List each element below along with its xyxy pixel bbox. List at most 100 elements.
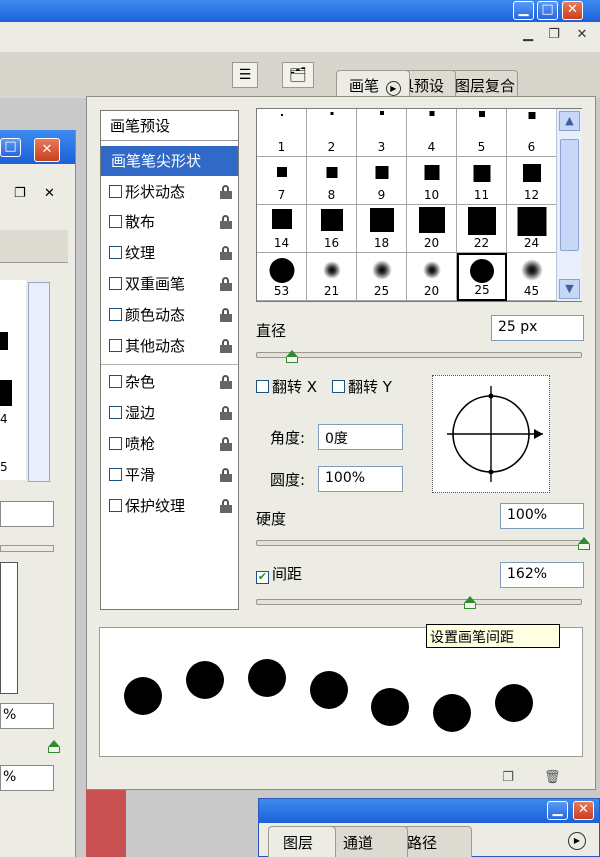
palette-menu-icon[interactable]: ☰ (232, 62, 258, 88)
lock-icon[interactable] (220, 468, 232, 482)
brush-tip-cell[interactable]: 53 (257, 253, 307, 301)
checkbox-checked-icon[interactable]: ✔ (256, 571, 269, 584)
option-smoothing[interactable]: 平滑 (101, 460, 238, 490)
checkbox-icon[interactable] (109, 185, 122, 198)
brush-tip-cell[interactable]: 16 (307, 205, 357, 253)
checkbox-icon[interactable] (256, 380, 269, 393)
bg-close-button[interactable]: ✕ (34, 138, 60, 162)
option-wet-edges[interactable]: 湿边 (101, 398, 238, 428)
spacing-field[interactable]: 162% (500, 562, 584, 588)
lock-icon[interactable] (220, 308, 232, 322)
bg-maximize-button[interactable]: □ (0, 138, 21, 157)
brush-grid-scrollbar[interactable]: ▲ ▼ (556, 109, 582, 301)
flip-x-option[interactable]: 翻转 X (256, 376, 317, 397)
brush-tip-cell[interactable]: 14 (257, 205, 307, 253)
option-protect-texture[interactable]: 保护纹理 (101, 491, 238, 521)
brush-tip-cell[interactable]: 10 (407, 157, 457, 205)
spacing-slider[interactable] (256, 599, 582, 605)
layers-close-button[interactable]: ✕ (573, 801, 594, 820)
bg-field[interactable] (0, 501, 54, 527)
checkbox-icon[interactable] (109, 308, 122, 321)
brush-tip-cell[interactable]: 45 (507, 253, 557, 301)
checkbox-icon[interactable] (109, 215, 122, 228)
lock-icon[interactable] (220, 339, 232, 353)
brush-tip-cell[interactable]: 21 (307, 253, 357, 301)
brush-tip-cell[interactable]: 5 (457, 109, 507, 157)
lock-icon[interactable] (220, 375, 232, 389)
trash-icon[interactable]: 🗑 (544, 770, 561, 785)
roundness-field[interactable]: 100% (318, 466, 403, 492)
brush-tip-cell[interactable]: 20 (407, 253, 457, 301)
bg-field-percent-2[interactable]: % (0, 765, 54, 791)
bg-field-percent[interactable]: % (0, 703, 54, 729)
brush-tip-cell[interactable]: 7 (257, 157, 307, 205)
file-browser-icon[interactable]: 🗂 (282, 62, 314, 88)
diameter-slider[interactable] (256, 352, 582, 358)
brush-tip-cell[interactable]: 4 (407, 109, 457, 157)
checkbox-icon[interactable] (109, 406, 122, 419)
option-noise[interactable]: 杂色 (101, 367, 238, 397)
hardness-field[interactable]: 100% (500, 503, 584, 529)
lock-icon[interactable] (220, 406, 232, 420)
option-dual-brush[interactable]: 双重画笔 (101, 269, 238, 299)
angle-roundness-preview[interactable] (432, 375, 550, 493)
new-preset-icon[interactable]: ❐ (500, 770, 516, 785)
brush-tip-cell[interactable]: 12 (507, 157, 557, 205)
scroll-thumb[interactable] (560, 139, 579, 251)
scroll-up-icon[interactable]: ▲ (559, 111, 580, 131)
arrow-right-icon[interactable]: ▶ (385, 81, 401, 96)
maximize-button[interactable]: □ (537, 1, 558, 20)
checkbox-icon[interactable] (109, 375, 122, 388)
doc-close-icon[interactable]: ✕ (574, 27, 590, 43)
doc-restore-icon[interactable]: ❐ (546, 27, 562, 43)
diameter-field[interactable]: 25 px (491, 315, 584, 341)
tab-layers[interactable]: 图层 (268, 826, 336, 857)
checkbox-icon[interactable] (109, 277, 122, 290)
close-button[interactable]: ✕ (562, 1, 583, 20)
brush-tip-cell[interactable]: 18 (357, 205, 407, 253)
scroll-down-icon[interactable]: ▼ (559, 279, 580, 299)
flip-y-option[interactable]: 翻转 Y (332, 376, 392, 397)
lock-icon[interactable] (220, 215, 232, 229)
brush-tip-cell[interactable]: 9 (357, 157, 407, 205)
tab-channels[interactable]: 通道 (328, 826, 408, 857)
brush-tip-cell[interactable]: 2 (307, 109, 357, 157)
doc-minimize-icon[interactable]: ▁ (520, 27, 536, 43)
brush-tip-cell[interactable]: 20 (407, 205, 457, 253)
spacing-option[interactable]: ✔ 间距 (256, 563, 302, 584)
bg-slider[interactable] (0, 545, 54, 552)
brush-tip-cell[interactable]: 1 (257, 109, 307, 157)
lock-icon[interactable] (220, 437, 232, 451)
brush-tip-cell[interactable]: 8 (307, 157, 357, 205)
option-texture[interactable]: 纹理 (101, 238, 238, 268)
checkbox-icon[interactable] (109, 246, 122, 259)
brush-tip-cell[interactable]: 3 (357, 109, 407, 157)
lock-icon[interactable] (220, 246, 232, 260)
tab-brushes[interactable]: 画笔 ▶ (336, 70, 410, 98)
brush-tip-cell[interactable]: 25 (457, 253, 507, 301)
lock-icon[interactable] (220, 185, 232, 199)
brush-tip-shape-item[interactable]: 画笔笔尖形状 (101, 146, 238, 176)
brush-presets-item[interactable]: 画笔预设 (101, 111, 238, 141)
bg-scrollbar[interactable] (28, 282, 50, 482)
brush-tip-cell[interactable]: 6 (507, 109, 557, 157)
lock-icon[interactable] (220, 499, 232, 513)
brush-tip-cell[interactable]: 24 (507, 205, 557, 253)
hardness-slider[interactable] (256, 540, 586, 546)
brush-tip-cell[interactable]: 25 (357, 253, 407, 301)
brush-tip-cell[interactable]: 22 (457, 205, 507, 253)
angle-field[interactable]: 0度 (318, 424, 403, 450)
bg-close-icon[interactable]: ✕ (44, 186, 55, 201)
layers-minimize-button[interactable]: ▁ (547, 801, 568, 820)
brush-tip-cell[interactable]: 11 (457, 157, 507, 205)
option-color-dynamics[interactable]: 颜色动态 (101, 300, 238, 330)
option-other-dynamics[interactable]: 其他动态 (101, 331, 238, 361)
option-airbrush[interactable]: 喷枪 (101, 429, 238, 459)
checkbox-icon[interactable] (332, 380, 345, 393)
bg-tab[interactable] (0, 230, 68, 263)
lock-icon[interactable] (220, 277, 232, 291)
bg-restore-icon[interactable]: ❐ (14, 186, 26, 201)
option-shape-dynamics[interactable]: 形状动态 (101, 177, 238, 207)
checkbox-icon[interactable] (109, 468, 122, 481)
layers-menu-arrow-icon[interactable]: ▶ (568, 832, 586, 850)
